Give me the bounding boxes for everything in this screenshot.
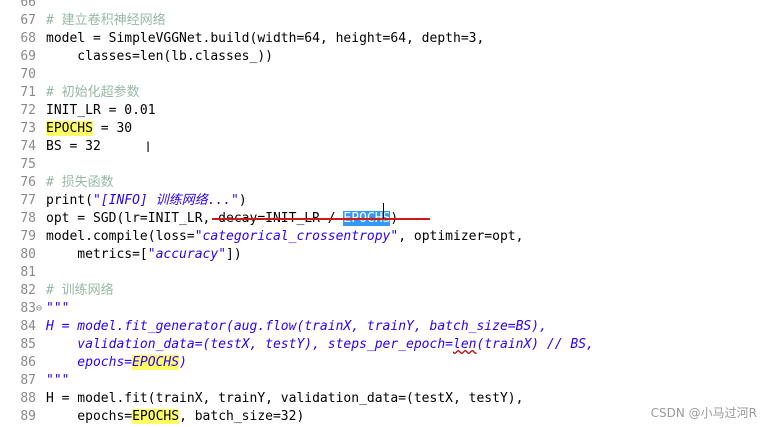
line-number: 67 (20, 13, 36, 28)
code-line[interactable]: 80 metrics=["accuracy"]) (0, 246, 763, 264)
code-line[interactable]: 73 EPOCHS = 30 (0, 120, 763, 138)
code-text[interactable]: epochs=EPOCHS, batch_size=32) (46, 408, 304, 426)
line-number: 66 (20, 0, 36, 10)
line-number: 72 (20, 103, 36, 118)
code-line[interactable]: 84 H = model.fit_generator(aug.flow(train… (0, 318, 763, 336)
code-line[interactable]: 70 (0, 66, 763, 84)
line-number: 88 (20, 391, 36, 406)
code-line[interactable]: 81 (0, 264, 763, 282)
code-line[interactable]: 75 (0, 156, 763, 174)
code-text[interactable]: H = model.fit(trainX, trainY, validation… (46, 390, 523, 408)
watermark: CSDN @小马过河R (650, 406, 757, 420)
code-text[interactable]: EPOCHS = 30 (46, 120, 132, 138)
code-text[interactable]: H = model.fit_generator(aug.flow(trainX,… (46, 318, 547, 336)
line-number: 86 (20, 355, 36, 370)
code-line[interactable]: 85 validation_data=(testX, testY), steps… (0, 336, 763, 354)
code-line[interactable]: 69 classes=len(lb.classes_)) (0, 48, 763, 66)
code-line[interactable]: 87 """ (0, 372, 763, 390)
code-text[interactable]: # 训练网络 (46, 282, 114, 300)
line-number: 79 (20, 229, 36, 244)
fold-toggle-icon[interactable]: ⊖ (36, 300, 44, 318)
line-number: 81 (20, 265, 36, 280)
code-text[interactable]: # 建立卷积神经网络 (46, 12, 166, 30)
code-text[interactable]: INIT_LR = 0.01 (46, 102, 156, 120)
code-text[interactable]: model.compile(loss="categorical_crossent… (46, 228, 523, 246)
code-text[interactable]: epochs=EPOCHS) (46, 354, 187, 372)
line-number: 74 (20, 139, 36, 154)
code-text[interactable]: # 初始化超参数 (46, 84, 140, 102)
line-number: 87 (20, 373, 36, 388)
text-caret (383, 203, 384, 219)
annotation-underline (212, 218, 430, 220)
code-text[interactable]: classes=len(lb.classes_)) (46, 48, 273, 66)
code-line[interactable]: 67 # 建立卷积神经网络 (0, 12, 763, 30)
code-line[interactable]: 71 # 初始化超参数 (0, 84, 763, 102)
line-number: 78 (20, 211, 36, 226)
code-text[interactable]: """ (46, 372, 69, 390)
line-number: 71 (20, 85, 36, 100)
line-number: 69 (20, 49, 36, 64)
code-line[interactable]: 68 model = SimpleVGGNet.build(width=64, h… (0, 30, 763, 48)
code-line[interactable]: 66 (0, 0, 763, 12)
line-number: 89 (20, 409, 36, 424)
line-number: 68 (20, 31, 36, 46)
line-number: 85 (20, 337, 36, 352)
code-line[interactable]: 82 # 训练网络 (0, 282, 763, 300)
vertical-scrollbar[interactable] (751, 0, 763, 427)
code-line[interactable]: 89 epochs=EPOCHS, batch_size=32) (0, 408, 763, 426)
line-number: 76 (20, 175, 36, 190)
line-number: 73 (20, 121, 36, 136)
code-line[interactable]: 76 # 损失函数 (0, 174, 763, 192)
line-number: 77 (20, 193, 36, 208)
code-line[interactable]: 72 INIT_LR = 0.01 (0, 102, 763, 120)
code-line[interactable]: 79 model.compile(loss="categorical_crosse… (0, 228, 763, 246)
line-number: 75 (20, 157, 36, 172)
line-number: 70 (20, 67, 36, 82)
code-text[interactable]: model = SimpleVGGNet.build(width=64, hei… (46, 30, 484, 48)
code-line[interactable]: 88 H = model.fit(trainX, trainY, validati… (0, 390, 763, 408)
ibeam-cursor-icon: I (146, 140, 151, 156)
code-text[interactable]: metrics=["accuracy"]) (46, 246, 241, 264)
line-number: 82 (20, 283, 36, 298)
code-line[interactable]: 83 ⊖ """ (0, 300, 763, 318)
line-number: 80 (20, 247, 36, 262)
code-line[interactable]: 74 BS = 32 (0, 138, 763, 156)
code-editor[interactable]: 66 67 # 建立卷积神经网络 68 model = SimpleVGGNet.bui… (0, 0, 763, 427)
code-text[interactable]: print("[INFO] 训练网络...") (46, 192, 247, 210)
line-number: 83 (20, 301, 36, 316)
line-number: 84 (20, 319, 36, 334)
code-text[interactable]: # 损失函数 (46, 174, 114, 192)
code-text[interactable]: BS = 32 (46, 138, 101, 156)
code-text[interactable]: validation_data=(testX, testY), steps_pe… (46, 336, 594, 354)
code-line[interactable]: 86 epochs=EPOCHS) (0, 354, 763, 372)
code-line[interactable]: 77 print("[INFO] 训练网络...") (0, 192, 763, 210)
code-text[interactable]: """ (46, 300, 69, 318)
